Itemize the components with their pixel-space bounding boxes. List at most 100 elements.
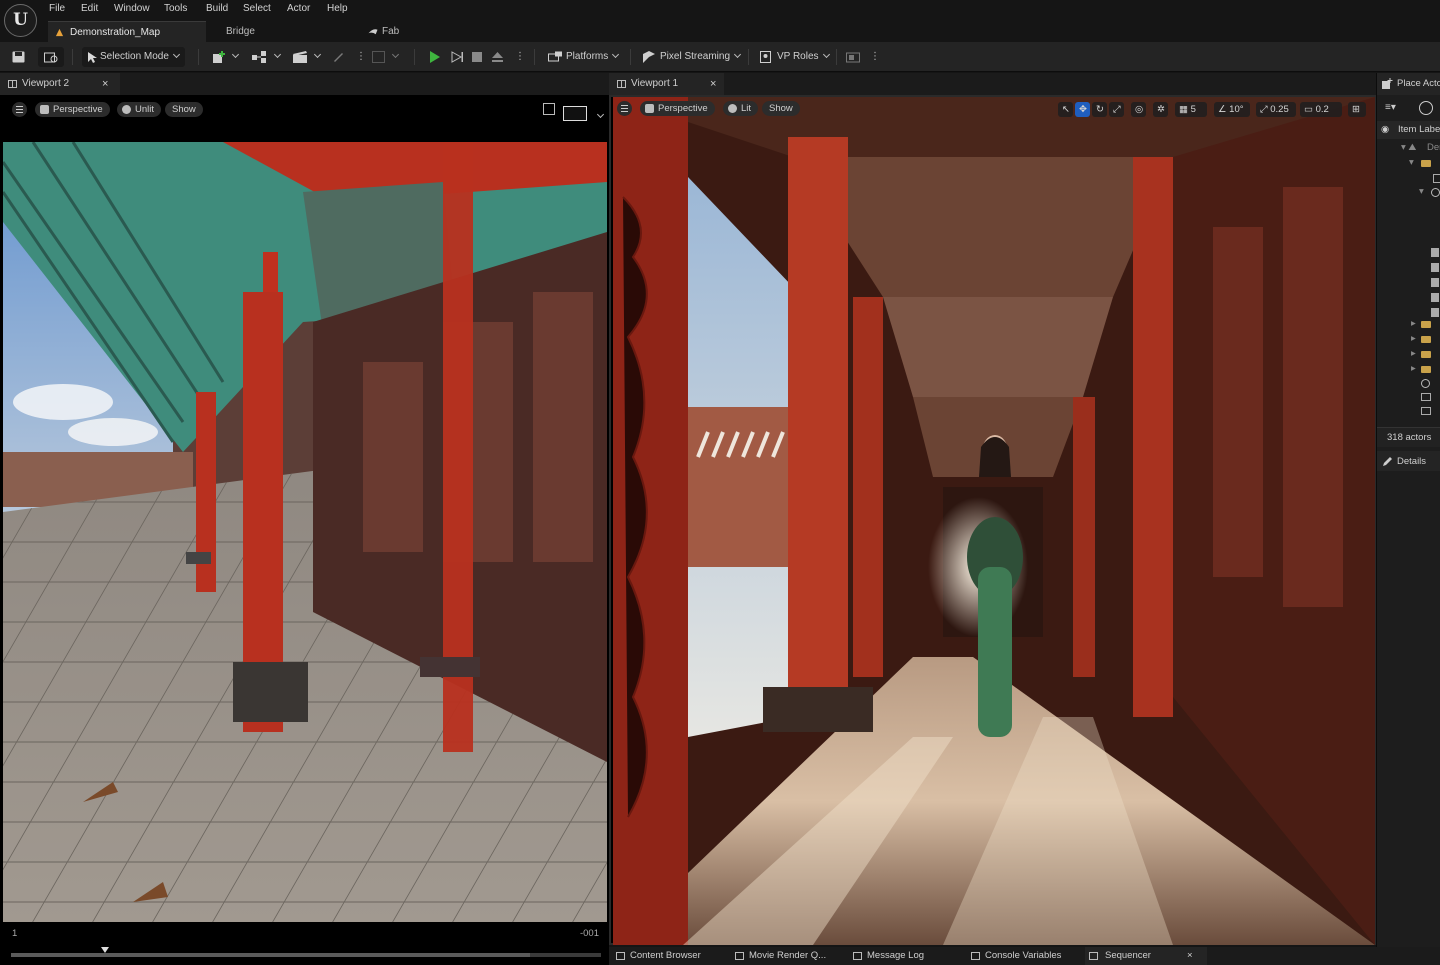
modes-icon[interactable]	[846, 47, 862, 67]
rotate-tool-icon[interactable]: ↻	[1092, 102, 1107, 117]
menu-select[interactable]: Select	[243, 3, 271, 14]
tab-bridge[interactable]: Bridge	[206, 21, 356, 42]
view-mode-button[interactable]: Lit	[723, 101, 759, 116]
viewport-2[interactable]: Perspective Unlit Show 1 -001	[0, 95, 609, 965]
content-icon[interactable]	[38, 47, 64, 67]
menu-help[interactable]: Help	[327, 3, 348, 14]
search-icon[interactable]	[1419, 101, 1433, 115]
hamburger-icon[interactable]	[12, 102, 27, 117]
menu-actor[interactable]: Actor	[287, 3, 310, 14]
close-icon[interactable]: ×	[710, 73, 716, 95]
perspective-button[interactable]: Perspective	[640, 101, 715, 116]
more-options-icon[interactable]: ⋮	[870, 47, 880, 67]
close-icon[interactable]: ×	[102, 73, 108, 95]
show-button[interactable]: Show	[165, 102, 203, 117]
pixel-streaming-button[interactable]: Pixel Streaming	[642, 47, 742, 67]
tree-row-actor[interactable]	[1407, 377, 1440, 391]
vp-roles-button[interactable]: VP Roles	[760, 47, 830, 67]
tree-row-actor[interactable]	[1407, 276, 1440, 290]
translate-tool-icon[interactable]: ✥	[1075, 102, 1090, 117]
console-variables-button[interactable]: Console Variables	[969, 947, 1061, 965]
perspective-label: Perspective	[53, 104, 103, 115]
perspective-button[interactable]: Perspective	[35, 102, 110, 117]
stop-icon[interactable]	[471, 47, 485, 67]
platforms-button[interactable]: Platforms	[548, 47, 620, 67]
menu-tools[interactable]: Tools	[164, 3, 187, 14]
show-button[interactable]: Show	[762, 101, 800, 116]
eye-icon[interactable]: ◉	[1381, 124, 1389, 135]
cinematics-icon[interactable]	[292, 47, 322, 67]
blueprint-icon[interactable]	[250, 47, 282, 67]
rotate-snap-button[interactable]: ∠ 10°	[1214, 102, 1250, 117]
tree-row-label: Dem	[1427, 142, 1440, 153]
view-mode-label: Unlit	[135, 104, 155, 115]
step-icon[interactable]	[450, 47, 466, 67]
selection-mode-button[interactable]: Selection Mode	[82, 47, 185, 67]
viewport-layout-button[interactable]	[563, 106, 587, 121]
tree-row-folder[interactable]: ▸	[1407, 363, 1440, 377]
tree-row-actor[interactable]	[1407, 405, 1440, 419]
scale-tool-icon[interactable]: ⤢	[1109, 102, 1124, 117]
content-browser-button[interactable]: Content Browser	[614, 947, 701, 965]
tab-viewport-1[interactable]: Viewport 1 ×	[609, 73, 724, 95]
layout-icon[interactable]	[543, 103, 555, 115]
menu-edit[interactable]: Edit	[81, 3, 98, 14]
add-actor-icon[interactable]	[210, 47, 240, 67]
hamburger-icon[interactable]	[617, 101, 632, 116]
layout-icon[interactable]: ⊞	[1348, 102, 1366, 117]
menu-build[interactable]: Build	[206, 3, 228, 14]
scale-icon: ⤢	[1260, 104, 1268, 115]
build-icon[interactable]	[330, 47, 346, 67]
item-label-header[interactable]: Item Label	[1398, 124, 1440, 135]
world-space-icon[interactable]: ◎	[1131, 102, 1146, 117]
timeline-playhead[interactable]	[101, 947, 110, 953]
tab-fab[interactable]: Fab	[360, 21, 480, 42]
select-tool-icon[interactable]: ↖	[1058, 102, 1073, 117]
chevron-down-icon[interactable]	[596, 110, 605, 119]
tab-demonstration-map[interactable]: Demonstration_Map	[48, 21, 206, 42]
menu-file[interactable]: File	[49, 3, 65, 14]
message-log-icon	[853, 952, 862, 960]
movie-render-queue-button[interactable]: Movie Render Q...	[733, 947, 826, 965]
save-icon[interactable]	[10, 47, 28, 67]
grid-snap-button[interactable]: ▦ 5	[1175, 102, 1207, 117]
tab-details[interactable]: Details	[1377, 451, 1440, 471]
content-browser-icon	[616, 952, 625, 960]
tree-row-folder[interactable]: ▸	[1407, 318, 1440, 332]
sequencer-tab[interactable]: Sequencer ×	[1085, 947, 1207, 965]
tree-row-actor[interactable]	[1407, 172, 1440, 186]
tree-row-actor[interactable]: ▾	[1407, 186, 1440, 200]
viewport-1[interactable]: Perspective Lit Show ↖ ✥ ↻ ⤢ ◎ ✲ ▦ 5 ∠ 1…	[609, 95, 1376, 945]
menu-window[interactable]: Window	[114, 3, 150, 14]
more-options-icon[interactable]: ⋮	[356, 47, 366, 67]
more-options-icon[interactable]: ⋮	[515, 47, 525, 67]
tree-row-folder[interactable]: ▸	[1407, 348, 1440, 362]
surface-snap-icon[interactable]: ✲	[1153, 102, 1168, 117]
tab-place-actors[interactable]: Place Actors	[1377, 73, 1440, 95]
tree-row-actor[interactable]	[1407, 291, 1440, 305]
tree-row-actor[interactable]	[1407, 391, 1440, 405]
tree-row-actor[interactable]	[1407, 246, 1440, 260]
view-mode-button[interactable]: Unlit	[117, 102, 162, 117]
tree-row-folder[interactable]: ▸	[1407, 333, 1440, 347]
tree-row-actor[interactable]	[1407, 261, 1440, 275]
eject-icon[interactable]	[491, 47, 507, 67]
timeline-track[interactable]	[11, 953, 601, 957]
tab-viewport-2[interactable]: Viewport 2 ×	[0, 73, 120, 95]
platform-settings-icon[interactable]	[370, 47, 400, 67]
tab-label: Viewport 2	[22, 78, 70, 89]
filter-icon[interactable]: ≡▾	[1385, 102, 1403, 116]
message-log-button[interactable]: Message Log	[851, 947, 924, 965]
tree-row-folder[interactable]: ▾	[1407, 157, 1440, 171]
close-icon[interactable]: ×	[1187, 947, 1193, 965]
actor-icon	[1421, 407, 1431, 415]
scale-snap-button[interactable]: ⤢ 0.25	[1256, 102, 1296, 117]
viewport-2-timeline[interactable]: 1 -001	[3, 925, 607, 965]
details-label: Details	[1397, 456, 1427, 467]
separator	[534, 49, 535, 65]
outliner-footer: 318 actors	[1377, 427, 1440, 447]
camera-speed-button[interactable]: ▭ 0.2	[1300, 102, 1342, 117]
tree-row-level[interactable]: ▾ ⛰ Dem	[1401, 141, 1440, 155]
unreal-logo-icon[interactable]: U	[4, 4, 37, 37]
play-icon[interactable]	[428, 47, 444, 67]
